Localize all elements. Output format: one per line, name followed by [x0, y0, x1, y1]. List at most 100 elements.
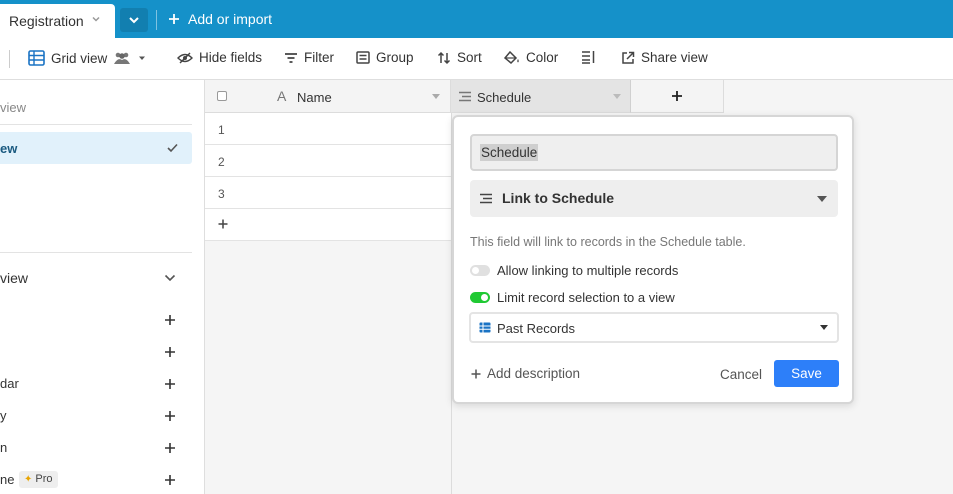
- caret-down-icon: [139, 56, 146, 60]
- caret-down-icon: [820, 325, 828, 330]
- option-limit-view[interactable]: Limit record selection to a view: [454, 288, 754, 306]
- add-description-button[interactable]: Add description: [471, 366, 580, 381]
- divider: [0, 252, 192, 253]
- create-view-item[interactable]: ne ✦ Pro: [0, 470, 192, 490]
- create-view-item[interactable]: dar: [0, 374, 192, 394]
- grid-view-icon: [479, 322, 491, 333]
- chevron-down-icon: [129, 17, 139, 24]
- checkmark-icon: [167, 143, 178, 153]
- limit-view-toggle[interactable]: [470, 292, 490, 303]
- plus-icon: [165, 379, 175, 389]
- view-select-dropdown[interactable]: Past Records: [469, 312, 839, 343]
- chevron-down-icon: [164, 274, 176, 282]
- plus-icon: [165, 411, 175, 421]
- create-view-item-label: n: [0, 440, 8, 455]
- table-tab-label: Registration: [9, 13, 84, 29]
- plus-icon: [165, 347, 175, 357]
- row-height-button[interactable]: [581, 50, 596, 64]
- add-or-import-button[interactable]: Add or import: [168, 11, 272, 27]
- hide-fields-label: Hide fields: [199, 50, 263, 65]
- create-view-item[interactable]: [0, 342, 192, 362]
- sort-label: Sort: [457, 50, 482, 65]
- create-view-item-label: ne: [0, 472, 15, 487]
- save-button[interactable]: Save: [774, 360, 839, 387]
- color-button[interactable]: Color: [504, 50, 558, 65]
- plus-icon: [165, 443, 175, 453]
- row-number: 1: [218, 123, 225, 137]
- table-tab-registration[interactable]: Registration: [0, 4, 115, 38]
- row-number: 3: [218, 187, 225, 201]
- link-field-icon: [480, 193, 492, 204]
- cancel-button[interactable]: Cancel: [720, 367, 762, 382]
- all-tables-button[interactable]: [120, 8, 148, 32]
- top-bar: Registration Add or import: [0, 0, 953, 38]
- sparkle-icon: ✦: [24, 474, 33, 485]
- column-header-label: Schedule: [477, 90, 532, 105]
- plus-icon: [471, 369, 481, 378]
- share-icon: [622, 51, 635, 64]
- table-row[interactable]: 3: [205, 177, 451, 209]
- option-allow-multiple[interactable]: Allow linking to multiple records: [454, 261, 754, 279]
- plus-icon: [218, 219, 228, 229]
- field-name-value: Schedule: [480, 144, 539, 161]
- row-height-icon: [582, 51, 595, 64]
- table-row[interactable]: 1: [205, 113, 451, 145]
- view-select-value: Past Records: [497, 321, 576, 336]
- allow-multiple-toggle[interactable]: [470, 265, 490, 276]
- divider: [0, 124, 192, 125]
- plus-icon: [165, 315, 175, 325]
- filter-label: Filter: [304, 50, 334, 65]
- create-view-item[interactable]: y: [0, 406, 192, 426]
- plus-icon: [169, 14, 179, 24]
- add-record-row[interactable]: [205, 209, 451, 241]
- eye-slash-icon: [177, 52, 193, 63]
- caret-down-icon: [432, 94, 440, 99]
- table-row[interactable]: 2: [205, 145, 451, 177]
- divider: [9, 50, 10, 68]
- sidebar-view-label: ew: [0, 141, 18, 156]
- create-view-item[interactable]: [0, 310, 192, 330]
- column-header-name[interactable]: A Name: [275, 80, 451, 113]
- column-header-schedule[interactable]: Schedule: [451, 80, 631, 113]
- hide-fields-button[interactable]: Hide fields: [177, 50, 262, 65]
- plus-icon: [165, 475, 175, 485]
- color-label: Color: [526, 50, 559, 65]
- plus-icon: [672, 91, 682, 101]
- sidebar-view-item-selected[interactable]: ew: [0, 132, 192, 164]
- field-type-label: Link to Schedule: [502, 190, 615, 206]
- row-number: 2: [218, 155, 225, 169]
- grid-header-primary: A Name: [205, 80, 451, 113]
- divider: [156, 10, 157, 30]
- create-view-item-label: dar: [0, 376, 19, 391]
- pro-badge-label: Pro: [35, 473, 53, 485]
- group-button[interactable]: Group: [356, 50, 414, 65]
- field-name-input[interactable]: Schedule: [470, 134, 838, 171]
- paint-bucket-icon: [504, 50, 519, 64]
- text-field-icon: A: [277, 88, 287, 104]
- create-view-section-header[interactable]: view: [0, 268, 192, 290]
- link-field-icon: [459, 91, 471, 102]
- add-field-button[interactable]: [631, 80, 724, 113]
- sort-icon: [437, 51, 451, 64]
- share-view-button[interactable]: Share view: [621, 50, 708, 65]
- field-type-select[interactable]: Link to Schedule: [470, 180, 838, 217]
- create-section-label: view: [0, 270, 29, 286]
- find-view-input[interactable]: view: [0, 100, 26, 115]
- sort-button[interactable]: Sort: [437, 50, 482, 65]
- view-name-label: Grid view: [51, 50, 108, 66]
- collaborators-icon: [114, 52, 131, 64]
- add-or-import-label: Add or import: [188, 11, 273, 27]
- chevron-down-icon[interactable]: [91, 14, 101, 24]
- column-header-label: Name: [297, 90, 332, 105]
- field-description-text: This field will link to records in the S…: [470, 235, 746, 249]
- group-label: Group: [376, 50, 414, 65]
- view-switcher-button[interactable]: Grid view: [28, 50, 147, 66]
- view-toolbar: Grid view Hide fields Filter Group Sort …: [0, 38, 953, 80]
- caret-down-icon: [613, 94, 621, 99]
- create-view-item[interactable]: n: [0, 438, 192, 458]
- filter-button[interactable]: Filter: [284, 50, 334, 65]
- grid-view-icon: [28, 50, 45, 66]
- select-all-checkbox[interactable]: [217, 91, 227, 101]
- caret-down-icon: [817, 196, 827, 202]
- add-description-label: Add description: [487, 366, 581, 381]
